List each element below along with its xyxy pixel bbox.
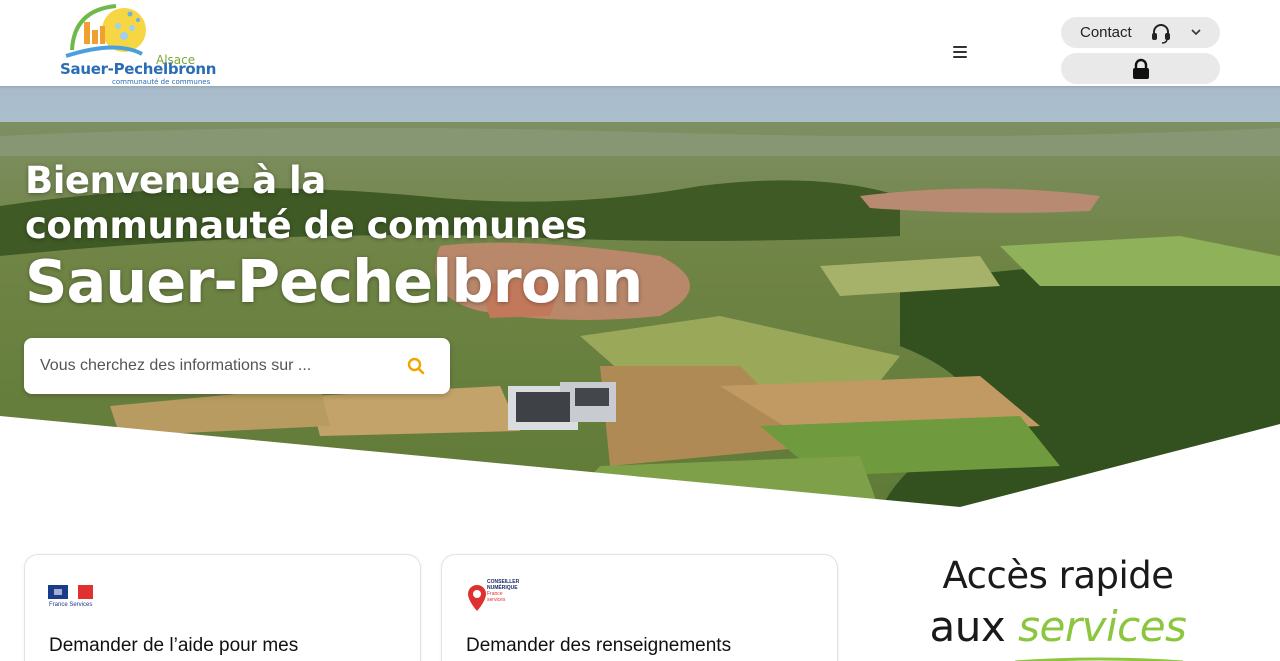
service-card-conseiller-numerique[interactable]: CONSEILLER NUMÉRIQUE France services Dem… — [441, 554, 838, 661]
search-input[interactable] — [40, 352, 390, 380]
france-services-logo-icon — [48, 585, 93, 599]
hero-title-line-1: Bienvenue à la — [25, 159, 326, 202]
contact-button[interactable]: Contact — [1061, 17, 1220, 48]
search-box — [24, 338, 450, 394]
hamburger-icon[interactable] — [950, 43, 970, 61]
hero-title-line-3: Sauer-Pechelbronn — [25, 247, 643, 316]
hero-title-line-2: communauté de communes — [25, 204, 587, 247]
contact-label: Contact — [1080, 24, 1132, 41]
site-header: Alsace Sauer-Pechelbronn communauté de c… — [0, 0, 1280, 86]
service-card-france-services[interactable]: France Services Demander de l’aide pour … — [24, 554, 421, 661]
login-button[interactable] — [1061, 53, 1220, 84]
card-title: Demander de l’aide pour mes — [49, 635, 299, 656]
card-logo-text: France Services — [49, 602, 93, 608]
logo-name-text: Sauer-Pechelbronn — [60, 60, 217, 78]
lock-icon — [1133, 58, 1149, 79]
chevron-down-icon — [1191, 29, 1201, 36]
quick-access-line-2: aux services — [900, 599, 1216, 655]
quick-access-line-1: Accès rapide — [942, 554, 1174, 597]
logo-sub-text: communauté de communes — [112, 78, 211, 86]
quick-access-highlight: services — [1018, 602, 1187, 651]
hero-banner: Bienvenue à la communauté de communes Sa… — [0, 86, 1280, 511]
quick-access-prefix: aux — [929, 602, 1019, 651]
search-icon[interactable] — [406, 356, 426, 376]
site-logo[interactable]: Alsace Sauer-Pechelbronn communauté de c… — [56, 0, 216, 88]
headset-icon — [1152, 24, 1170, 44]
quick-access-heading: Accès rapide aux services — [900, 553, 1216, 661]
card-title: Demander des renseignements — [466, 635, 732, 656]
quick-access-underline — [1014, 657, 1184, 661]
logo-line: services — [487, 597, 506, 603]
card-logo-text: CONSEILLER NUMÉRIQUE France services — [487, 579, 519, 603]
hero-title: Bienvenue à la communauté de communes Sa… — [25, 158, 643, 316]
